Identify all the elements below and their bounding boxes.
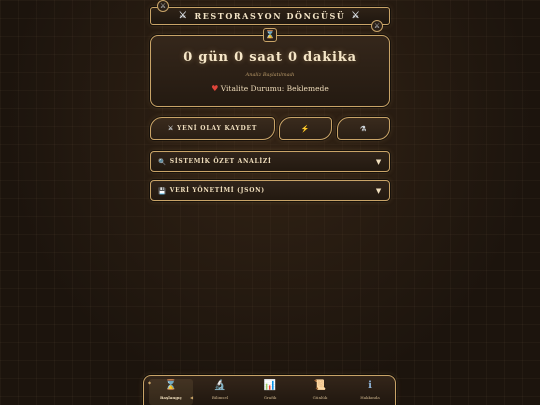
flask-icon: ⚗ xyxy=(359,124,368,133)
systemic-summary-toggle[interactable]: 🔍 SİSTEMİK ÖZET ANALİZİ ▼ xyxy=(150,151,390,172)
data-management-label: VERİ YÖNETİMİ (JSON) xyxy=(169,187,265,194)
restoration-timer-card: 0 gün 0 saat 0 dakika Analiz Başlatılmad… xyxy=(150,35,390,107)
crossed-swords-icon: ⚔ xyxy=(178,11,189,21)
crossed-swords-icon: ⚔ xyxy=(351,11,362,21)
chart-icon: 📊 xyxy=(263,380,277,391)
nav-item-journal[interactable]: 📜 Günlük xyxy=(298,379,342,405)
systemic-summary-label: SİSTEMİK ÖZET ANALİZİ xyxy=(169,158,272,165)
microscope-icon: 🔬 xyxy=(213,380,227,391)
new-event-label: YENİ OLAY KAYDET xyxy=(177,125,258,132)
crossed-swords-icon: ⚔ xyxy=(167,125,175,132)
nav-item-about[interactable]: ℹ Hakkında xyxy=(348,379,392,405)
chevron-down-icon: ▼ xyxy=(375,157,382,166)
crossed-swords-icon: ⚔ xyxy=(157,0,169,12)
scroll-icon: 📜 xyxy=(313,380,327,391)
crossed-swords-icon: ⚔ xyxy=(371,20,383,32)
new-event-button[interactable]: ⚔ YENİ OLAY KAYDET xyxy=(150,117,275,140)
nav-label: Günlük xyxy=(312,395,328,400)
nav-label: Bilimsel xyxy=(211,395,229,400)
analysis-button[interactable]: ⚗ xyxy=(337,117,390,140)
lightning-icon: ⚡ xyxy=(300,124,311,133)
analysis-status: Analiz Başlatılmadı xyxy=(245,72,295,78)
nav-item-home[interactable]: ⌛ Başlangıç xyxy=(149,379,193,405)
heart-icon: ♥ xyxy=(211,84,219,93)
nav-label: Grafik xyxy=(263,395,277,400)
data-management-toggle[interactable]: 💾 VERİ YÖNETİMİ (JSON) ▼ xyxy=(150,180,390,201)
nav-item-scientific[interactable]: 🔬 Bilimsel xyxy=(198,379,242,405)
bottom-navigation: ◆ ◀ ⌛ Başlangıç 🔬 Bilimsel 📊 Grafik 📜 Gü… xyxy=(143,375,396,405)
magnifier-icon: 🔍 xyxy=(158,157,167,166)
chevron-down-icon: ▼ xyxy=(375,186,382,195)
elapsed-time: 0 gün 0 saat 0 dakika xyxy=(183,50,357,65)
quick-action-button[interactable]: ⚡ xyxy=(279,117,332,140)
nav-label: Hakkında xyxy=(360,395,380,400)
hourglass-icon: ⌛ xyxy=(263,28,277,42)
app-title-bar: ⚔ RESTORASYON DÖNGÜSÜ ⚔ xyxy=(150,7,390,25)
info-icon: ℹ xyxy=(368,380,372,391)
hourglass-icon: ⌛ xyxy=(164,380,178,391)
nav-item-chart[interactable]: 📊 Grafik xyxy=(248,379,292,405)
floppy-disk-icon: 💾 xyxy=(158,186,167,195)
vitality-text: Vitalite Durumu: Beklemede xyxy=(220,84,329,93)
nav-label: Başlangıç xyxy=(160,395,182,400)
vitality-status: ♥ Vitalite Durumu: Beklemede xyxy=(151,84,389,93)
app-title: RESTORASYON DÖNGÜSÜ xyxy=(194,11,346,21)
